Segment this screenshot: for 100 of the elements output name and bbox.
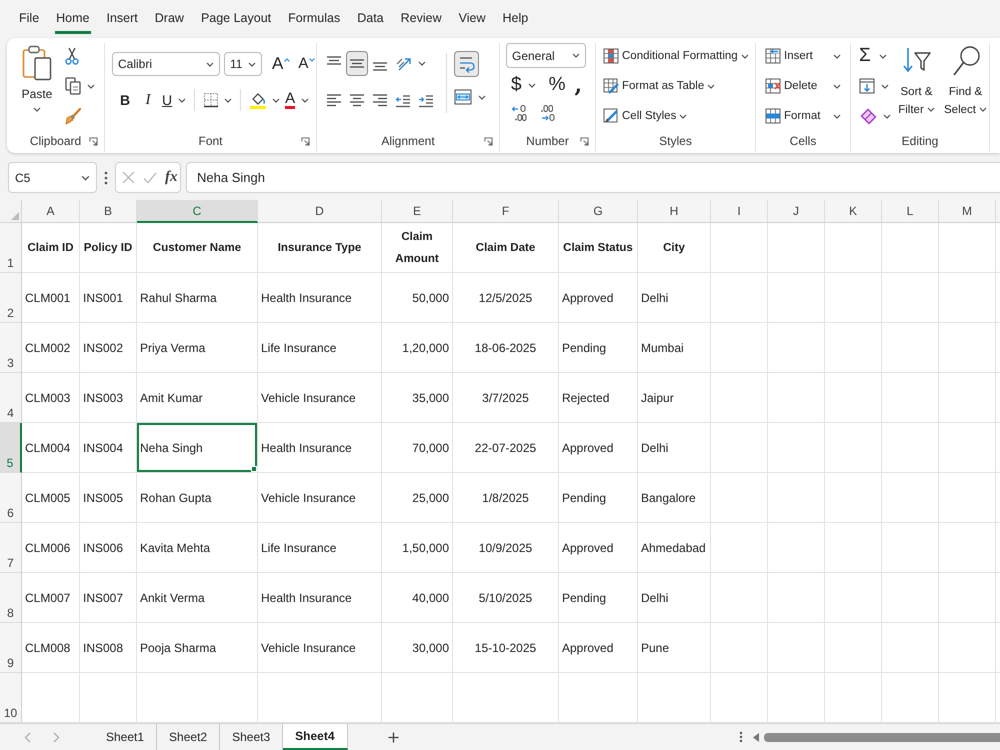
menu-tab[interactable]: Insert (106, 9, 139, 34)
font-color-button[interactable]: A (285, 89, 310, 111)
table-cell: INS002 (80, 323, 137, 373)
column-header[interactable]: M (939, 200, 996, 223)
sheet-tab[interactable]: Sheet1 (94, 724, 158, 750)
row-header[interactable]: 8 (0, 573, 22, 623)
format-as-table-button[interactable]: Format as Table (603, 75, 716, 97)
column-header[interactable]: B (80, 200, 137, 223)
align-middle-button[interactable] (346, 51, 368, 76)
row-header[interactable]: 4 (0, 373, 22, 423)
borders-icon[interactable] (203, 92, 220, 108)
row-header[interactable]: 1 (0, 223, 22, 273)
caret-icon[interactable] (883, 114, 891, 118)
copy-icon[interactable] (65, 77, 81, 95)
sheet-tab[interactable]: Sheet4 (283, 724, 348, 750)
cell-styles-button[interactable]: Cell Styles (603, 105, 688, 127)
currency-button[interactable]: $ (511, 74, 540, 96)
paintbrush-icon[interactable] (65, 107, 81, 125)
caret-icon[interactable] (418, 61, 426, 66)
column-header[interactable]: D (258, 200, 382, 223)
row-header[interactable]: 7 (0, 523, 22, 573)
selected-cell[interactable]: Neha Singh (137, 423, 258, 473)
merge-cells-icon[interactable] (454, 89, 472, 105)
column-header[interactable]: L (882, 200, 939, 223)
sheet-tab[interactable]: Sheet2 (157, 724, 220, 750)
font-name-dropdown[interactable]: Calibri (112, 52, 220, 76)
caret-icon[interactable] (224, 98, 232, 102)
menu-tab[interactable]: Review (400, 9, 443, 34)
column-header[interactable]: C (137, 200, 258, 223)
menu-tab[interactable]: Data (356, 9, 385, 34)
autosum-button[interactable]: Σ (859, 45, 891, 67)
scrollbar-thumb[interactable] (764, 732, 1000, 742)
decrease-decimal-icon[interactable] (540, 104, 556, 122)
row-header[interactable]: 9 (0, 623, 22, 673)
column-header[interactable]: K (825, 200, 882, 223)
increase-indent-icon[interactable] (418, 92, 434, 108)
eraser-icon[interactable] (859, 108, 877, 124)
column-header[interactable]: J (768, 200, 825, 223)
increase-decimal-icon[interactable] (511, 104, 527, 122)
row-header[interactable]: 5 (0, 423, 22, 473)
format-cells-button[interactable]: Format (763, 105, 841, 127)
caret-icon[interactable] (881, 84, 889, 88)
row-header[interactable]: 2 (0, 273, 22, 323)
row-header[interactable]: 6 (0, 473, 22, 523)
menu-tab[interactable]: Help (502, 9, 530, 34)
name-box[interactable]: C5 (8, 162, 97, 193)
caret-icon[interactable] (272, 98, 280, 102)
insert-function-button[interactable]: fx (165, 169, 178, 186)
menu-tab[interactable]: View (458, 9, 487, 34)
font-size-dropdown[interactable]: 11 (224, 52, 262, 76)
italic-button[interactable]: I (139, 89, 157, 111)
menu-tab[interactable]: Draw (154, 9, 185, 34)
dialog-launcher-icon[interactable] (484, 136, 493, 146)
dialog-launcher-icon[interactable] (580, 136, 589, 146)
fill-handle-icon[interactable] (251, 466, 257, 472)
menu-tab[interactable]: Home (55, 9, 90, 34)
paste-button[interactable]: Paste (19, 45, 55, 130)
conditional-formatting-button[interactable]: Conditional Formatting (603, 45, 749, 67)
vertical-dots-icon[interactable] (104, 170, 108, 184)
formula-input[interactable]: Neha Singh (186, 162, 1000, 193)
empty-cell (711, 273, 768, 323)
delete-cells-button[interactable]: Delete (763, 75, 841, 97)
insert-cells-button[interactable]: Insert (763, 45, 841, 67)
caret-icon[interactable] (478, 94, 486, 100)
dialog-launcher-icon[interactable] (89, 136, 98, 146)
decrease-indent-icon[interactable] (395, 92, 411, 108)
comma-style-button[interactable]: , (574, 74, 582, 96)
table-cell: Pending (559, 323, 638, 373)
underline-button[interactable]: U (162, 89, 186, 111)
column-header[interactable]: E (382, 200, 453, 223)
column-header[interactable]: A (22, 200, 80, 223)
percent-button[interactable]: % (548, 74, 566, 96)
find-select-button[interactable]: Find & Select (942, 45, 989, 130)
menu-tab[interactable]: Page Layout (200, 9, 272, 34)
dialog-launcher-icon[interactable] (301, 136, 310, 146)
bold-button[interactable]: B (116, 89, 134, 111)
caret-icon[interactable] (87, 84, 95, 88)
row-header[interactable]: 10 (0, 673, 22, 723)
grow-font-button[interactable]: A (272, 54, 290, 74)
column-header[interactable]: G (559, 200, 638, 223)
plus-icon[interactable] (388, 732, 398, 742)
vertical-dots-icon[interactable] (739, 731, 743, 743)
table-cell: Health Insurance (258, 273, 382, 323)
sort-filter-button[interactable]: Sort & Filter (895, 45, 938, 130)
table-cell: Life Insurance (258, 323, 382, 373)
row-header[interactable]: 3 (0, 323, 22, 373)
menu-tab[interactable]: Formulas (287, 9, 342, 34)
column-header[interactable]: I (711, 200, 768, 223)
fill-down-icon[interactable] (859, 78, 875, 94)
menu-tab[interactable]: File (18, 9, 40, 34)
column-header[interactable]: F (453, 200, 559, 223)
shrink-font-button[interactable]: A (298, 54, 316, 74)
number-format-dropdown[interactable]: General (506, 43, 586, 68)
table-cell: Approved (559, 423, 638, 473)
scissors-icon[interactable] (65, 47, 79, 65)
check-icon[interactable] (143, 172, 157, 184)
wrap-text-button[interactable] (454, 51, 479, 77)
fill-bucket-icon[interactable] (249, 91, 268, 109)
column-header[interactable]: H (638, 200, 711, 223)
scroll-left-icon[interactable] (753, 732, 759, 742)
